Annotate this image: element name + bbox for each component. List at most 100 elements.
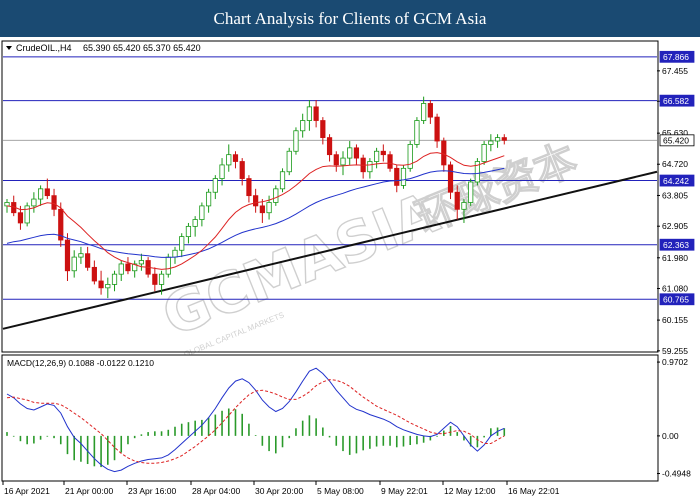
candle-body xyxy=(340,157,346,166)
candle-body xyxy=(71,256,77,272)
candle-body xyxy=(4,202,10,207)
chart-header: Chart Analysis for Clients of GCM Asia xyxy=(0,0,700,37)
candle-body xyxy=(494,137,501,142)
candle-body xyxy=(313,106,319,121)
y-tick-label: 67.455 xyxy=(662,66,688,76)
x-tick-label: 30 Apr 20:00 xyxy=(255,486,303,496)
candle-body xyxy=(219,164,225,179)
candle-body xyxy=(31,198,37,207)
candle-body xyxy=(17,212,24,224)
candle-body xyxy=(279,171,286,190)
candle-body xyxy=(434,116,440,142)
y-tick-label: 63.805 xyxy=(662,190,688,200)
chart-area: GCMASIA环球资本GLOBAL CAPITAL MARKETS 67.455… xyxy=(1,40,695,496)
level-badge-label: 64.242 xyxy=(663,176,689,186)
y-tick-label: 60.155 xyxy=(662,315,688,325)
candle-body xyxy=(118,263,124,275)
x-tick-label: 28 Apr 04:00 xyxy=(192,486,240,496)
y-tick-label: 62.905 xyxy=(662,221,688,231)
candle-body xyxy=(85,253,91,268)
candle-body xyxy=(481,144,487,162)
page-title: Chart Analysis for Clients of GCM Asia xyxy=(213,9,487,28)
pane-info: CrudeOIL.,H4 65.390 65.420 65.370 65.420 xyxy=(6,43,201,53)
candle-body xyxy=(98,280,104,289)
candle-body xyxy=(461,202,467,210)
macd-y-tick-label: -0.4948 xyxy=(662,469,691,479)
candle-body xyxy=(347,147,353,159)
candle-body xyxy=(447,164,454,193)
level-badge-label: 67.866 xyxy=(663,52,689,62)
candle-body xyxy=(394,167,400,186)
candle-body xyxy=(239,161,245,179)
candle-body xyxy=(253,195,259,207)
candle-body xyxy=(172,249,178,258)
time-axis: 16 Apr 2021 21 Apr 00:00 23 Apr 16:00 28 Ap… xyxy=(2,481,560,496)
candle-body xyxy=(273,188,279,203)
x-tick-label: 23 Apr 16:00 xyxy=(128,486,176,496)
x-tick-label: 9 May 22:01 xyxy=(381,486,428,496)
candle-body xyxy=(427,103,433,118)
x-tick-label: 5 May 08:00 xyxy=(317,486,364,496)
macd-axis: 0.9702 0.00 -0.4948 xyxy=(657,357,691,479)
candle-body xyxy=(320,120,326,139)
candle-body xyxy=(488,140,494,145)
y-tick-label: 59.255 xyxy=(662,346,688,356)
candle-body xyxy=(199,205,205,220)
candle-body xyxy=(306,106,313,121)
candle-body xyxy=(259,205,265,214)
x-tick-label: 16 Apr 2021 xyxy=(4,486,50,496)
price-pane: GCMASIA环球资本GLOBAL CAPITAL MARKETS 67.455… xyxy=(1,40,695,359)
symbol-label: CrudeOIL.,H4 xyxy=(16,43,72,53)
candle-body xyxy=(468,181,474,203)
candle-body xyxy=(125,263,131,272)
candle-body xyxy=(353,147,360,159)
candle-body xyxy=(367,161,373,173)
candle-body xyxy=(105,284,111,289)
level-badge-label: 60.765 xyxy=(663,295,689,305)
level-badge-label: 66.582 xyxy=(663,96,689,106)
candle-body xyxy=(212,178,218,193)
x-tick-label: 21 Apr 00:00 xyxy=(65,486,113,496)
candle-body xyxy=(286,150,292,173)
candle-body xyxy=(293,130,299,152)
macd-pane: 0.9702 0.00 -0.4948 MACD(12,26,9) 0.1088 -… xyxy=(1,354,691,482)
candle-body xyxy=(414,120,420,145)
candle-body xyxy=(192,219,198,227)
candle-body xyxy=(373,150,380,162)
candle-body xyxy=(300,120,306,132)
candle-body xyxy=(165,256,171,275)
candle-body xyxy=(380,150,386,156)
ohlc-label: 65.390 65.420 65.370 65.420 xyxy=(83,43,201,53)
candle-body xyxy=(333,154,339,166)
y-tick-label: 61.980 xyxy=(662,253,688,263)
candle-body xyxy=(111,273,118,285)
candle-body xyxy=(78,253,84,258)
candle-body xyxy=(38,188,44,200)
candle-body xyxy=(24,205,30,224)
candle-body xyxy=(51,195,57,210)
candle-body xyxy=(44,188,50,197)
candle-body xyxy=(501,137,507,141)
candle-body xyxy=(185,225,192,238)
macd-label: MACD(12,26,9) 0.1088 -0.0122 0.1210 xyxy=(7,358,154,368)
candle-body xyxy=(441,140,447,166)
candle-body xyxy=(387,154,393,169)
y-tick-label: 64.720 xyxy=(662,159,688,169)
x-tick-label: 16 May 22:01 xyxy=(508,486,560,496)
y-tick-label: 61.080 xyxy=(662,284,688,294)
macd-y-tick-label: 0.00 xyxy=(662,431,679,441)
level-badge-label: 65.420 xyxy=(663,136,689,146)
candle-body xyxy=(266,202,272,214)
candle-body xyxy=(400,167,407,186)
candle-body xyxy=(232,154,239,162)
level-badge-label: 62.363 xyxy=(663,240,689,250)
candle-body xyxy=(64,239,71,272)
candle-body xyxy=(246,178,252,197)
candle-body xyxy=(205,191,212,207)
candle-body xyxy=(179,236,185,251)
candle-body xyxy=(152,273,158,285)
candle-body xyxy=(326,137,333,156)
price-axis: 67.45566.56565.63064.72063.80562.90561.9… xyxy=(657,50,695,356)
candle-body xyxy=(158,273,165,285)
candle-body xyxy=(91,266,97,282)
